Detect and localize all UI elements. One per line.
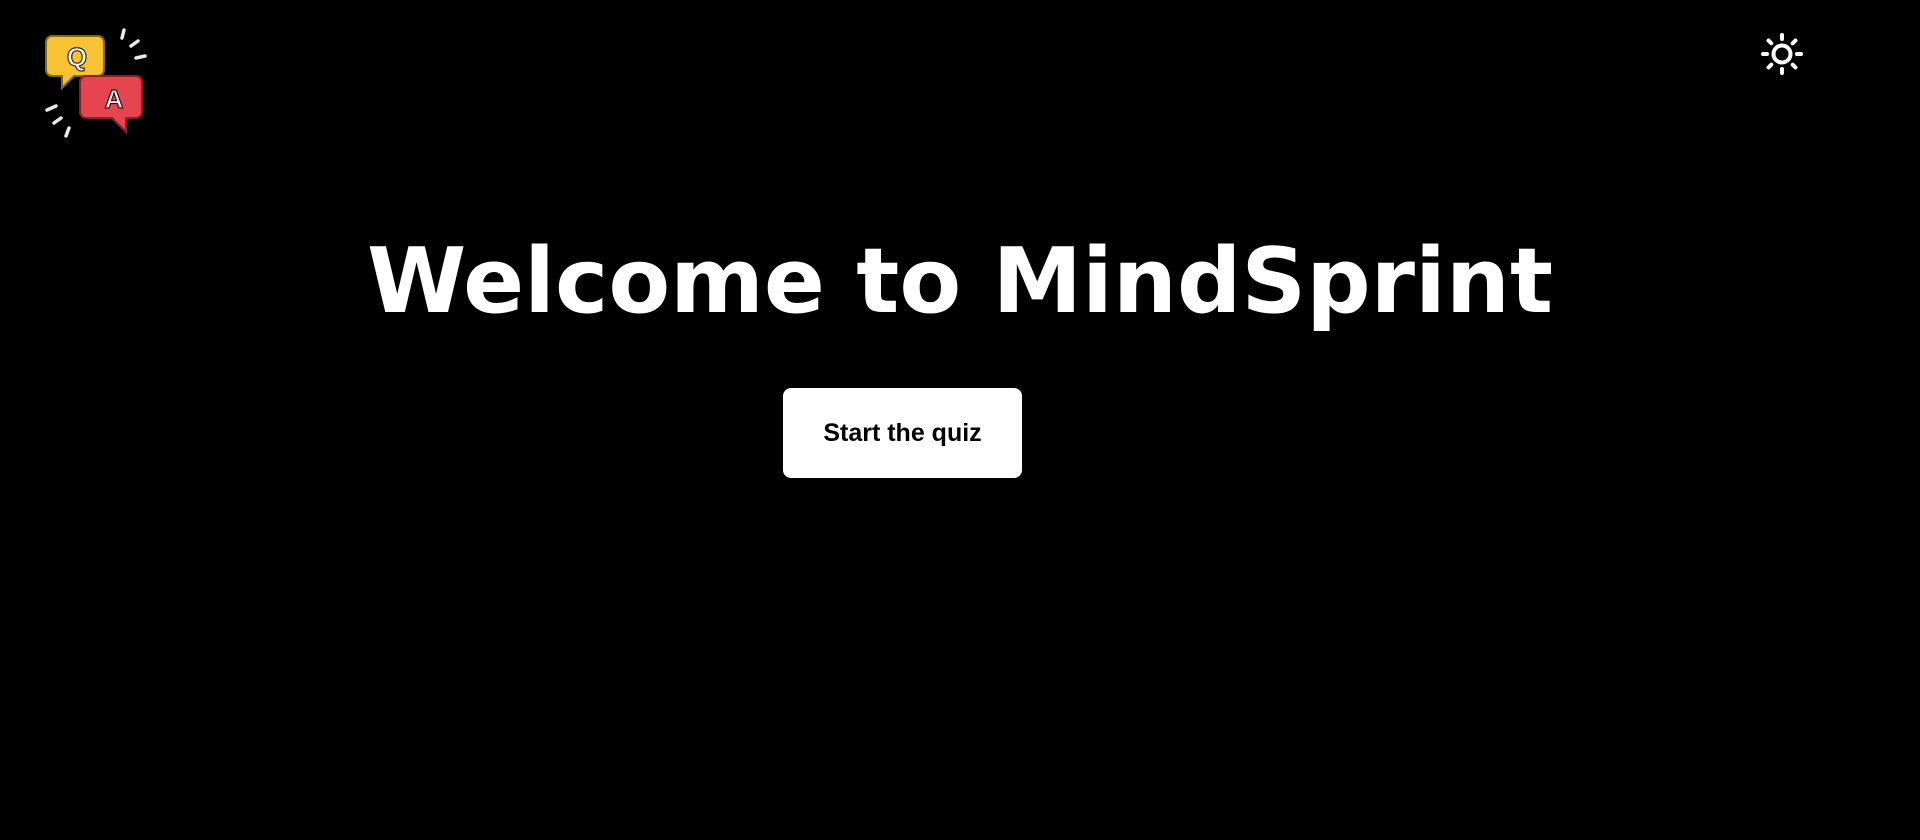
page-title: Welcome to MindSprint: [367, 229, 1553, 334]
start-quiz-button[interactable]: Start the quiz: [783, 388, 1022, 478]
logo-letter-a: A: [105, 84, 124, 114]
sun-icon: [1761, 33, 1803, 75]
logo: Q A: [44, 28, 158, 144]
logo-letter-q: Q: [67, 42, 87, 72]
qa-speech-bubbles-icon: Q A: [45, 28, 147, 138]
theme-toggle-button[interactable]: [1760, 32, 1804, 76]
